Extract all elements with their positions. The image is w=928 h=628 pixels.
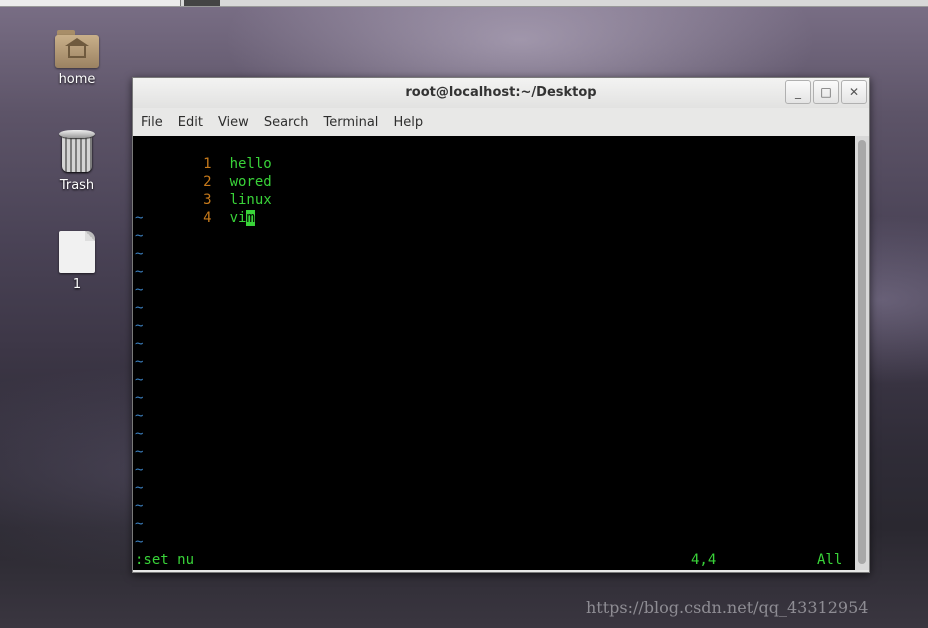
desktop-icon-label: Trash bbox=[59, 178, 95, 193]
line-number: 4 bbox=[203, 210, 212, 226]
tilde-marker: ~ bbox=[135, 426, 144, 442]
desktop-icon-label: home bbox=[58, 72, 96, 87]
close-button[interactable]: ✕ bbox=[841, 80, 867, 104]
tilde-marker: ~ bbox=[135, 516, 144, 532]
scroll-indicator: All bbox=[817, 552, 843, 568]
desktop-icon-file[interactable]: 1 bbox=[37, 231, 117, 292]
watermark: https://blog.csdn.net/qq_43312954 bbox=[586, 598, 869, 617]
tilde-marker: ~ bbox=[135, 462, 144, 478]
tilde-marker: ~ bbox=[135, 210, 144, 226]
line-text: vim bbox=[230, 210, 255, 226]
tilde-marker: ~ bbox=[135, 498, 144, 514]
cursor-position: 4,4 bbox=[691, 552, 717, 568]
tilde-marker: ~ bbox=[135, 408, 144, 424]
menu-terminal[interactable]: Terminal bbox=[323, 115, 378, 130]
trash-icon bbox=[59, 130, 95, 174]
tilde-marker: ~ bbox=[135, 534, 144, 550]
desktop-icon-label: 1 bbox=[72, 277, 82, 292]
tilde-marker: ~ bbox=[135, 336, 144, 352]
terminal-window: root@localhost:~/Desktop _ □ ✕ File Edit… bbox=[132, 77, 870, 573]
window-title: root@localhost:~/Desktop bbox=[405, 85, 597, 100]
tilde-marker: ~ bbox=[135, 282, 144, 298]
home-folder-icon bbox=[55, 30, 99, 68]
scrollbar-thumb[interactable] bbox=[858, 140, 866, 564]
menu-help[interactable]: Help bbox=[393, 115, 423, 130]
panel-dark-segment bbox=[184, 0, 220, 6]
file-icon bbox=[59, 231, 95, 273]
line-text-before-cursor: vi bbox=[229, 210, 247, 226]
maximize-button[interactable]: □ bbox=[813, 80, 839, 104]
tilde-marker: ~ bbox=[135, 390, 144, 406]
menu-bar: File Edit View Search Terminal Help bbox=[133, 108, 869, 136]
top-panel bbox=[0, 0, 928, 7]
minimize-button[interactable]: _ bbox=[785, 80, 811, 104]
tilde-marker: ~ bbox=[135, 300, 144, 316]
menu-edit[interactable]: Edit bbox=[178, 115, 203, 130]
tilde-marker: ~ bbox=[135, 318, 144, 334]
menu-view[interactable]: View bbox=[218, 115, 249, 130]
tilde-marker: ~ bbox=[135, 372, 144, 388]
editor-line: 1 hello bbox=[133, 137, 272, 172]
vim-status-line: :set nu 4,4 All bbox=[133, 551, 855, 569]
terminal-area[interactable]: 1 hello 2 wored 3 linux 4 vim ~ ~ ~ ~ ~ ~ ~ ~ ~ ~ ~ ~ ~ ~… bbox=[133, 136, 855, 570]
editor-line: 2 wored bbox=[133, 155, 272, 190]
terminal-scrollbar[interactable] bbox=[855, 136, 869, 570]
editor-line: 4 vim bbox=[133, 191, 255, 226]
tilde-marker: ~ bbox=[135, 228, 144, 244]
menu-search[interactable]: Search bbox=[264, 115, 309, 130]
command-line: :set nu bbox=[135, 552, 195, 568]
tilde-marker: ~ bbox=[135, 480, 144, 496]
tilde-marker: ~ bbox=[135, 246, 144, 262]
menu-file[interactable]: File bbox=[141, 115, 163, 130]
text-cursor: m bbox=[246, 210, 255, 226]
window-titlebar[interactable]: root@localhost:~/Desktop _ □ ✕ bbox=[133, 78, 869, 108]
tilde-marker: ~ bbox=[135, 264, 144, 280]
tilde-marker: ~ bbox=[135, 354, 144, 370]
tilde-marker: ~ bbox=[135, 444, 144, 460]
desktop-icon-home[interactable]: home bbox=[37, 30, 117, 87]
desktop-icon-trash[interactable]: Trash bbox=[37, 130, 117, 193]
panel-menu-segment[interactable] bbox=[0, 0, 181, 6]
editor-line: 3 linux bbox=[133, 173, 272, 208]
